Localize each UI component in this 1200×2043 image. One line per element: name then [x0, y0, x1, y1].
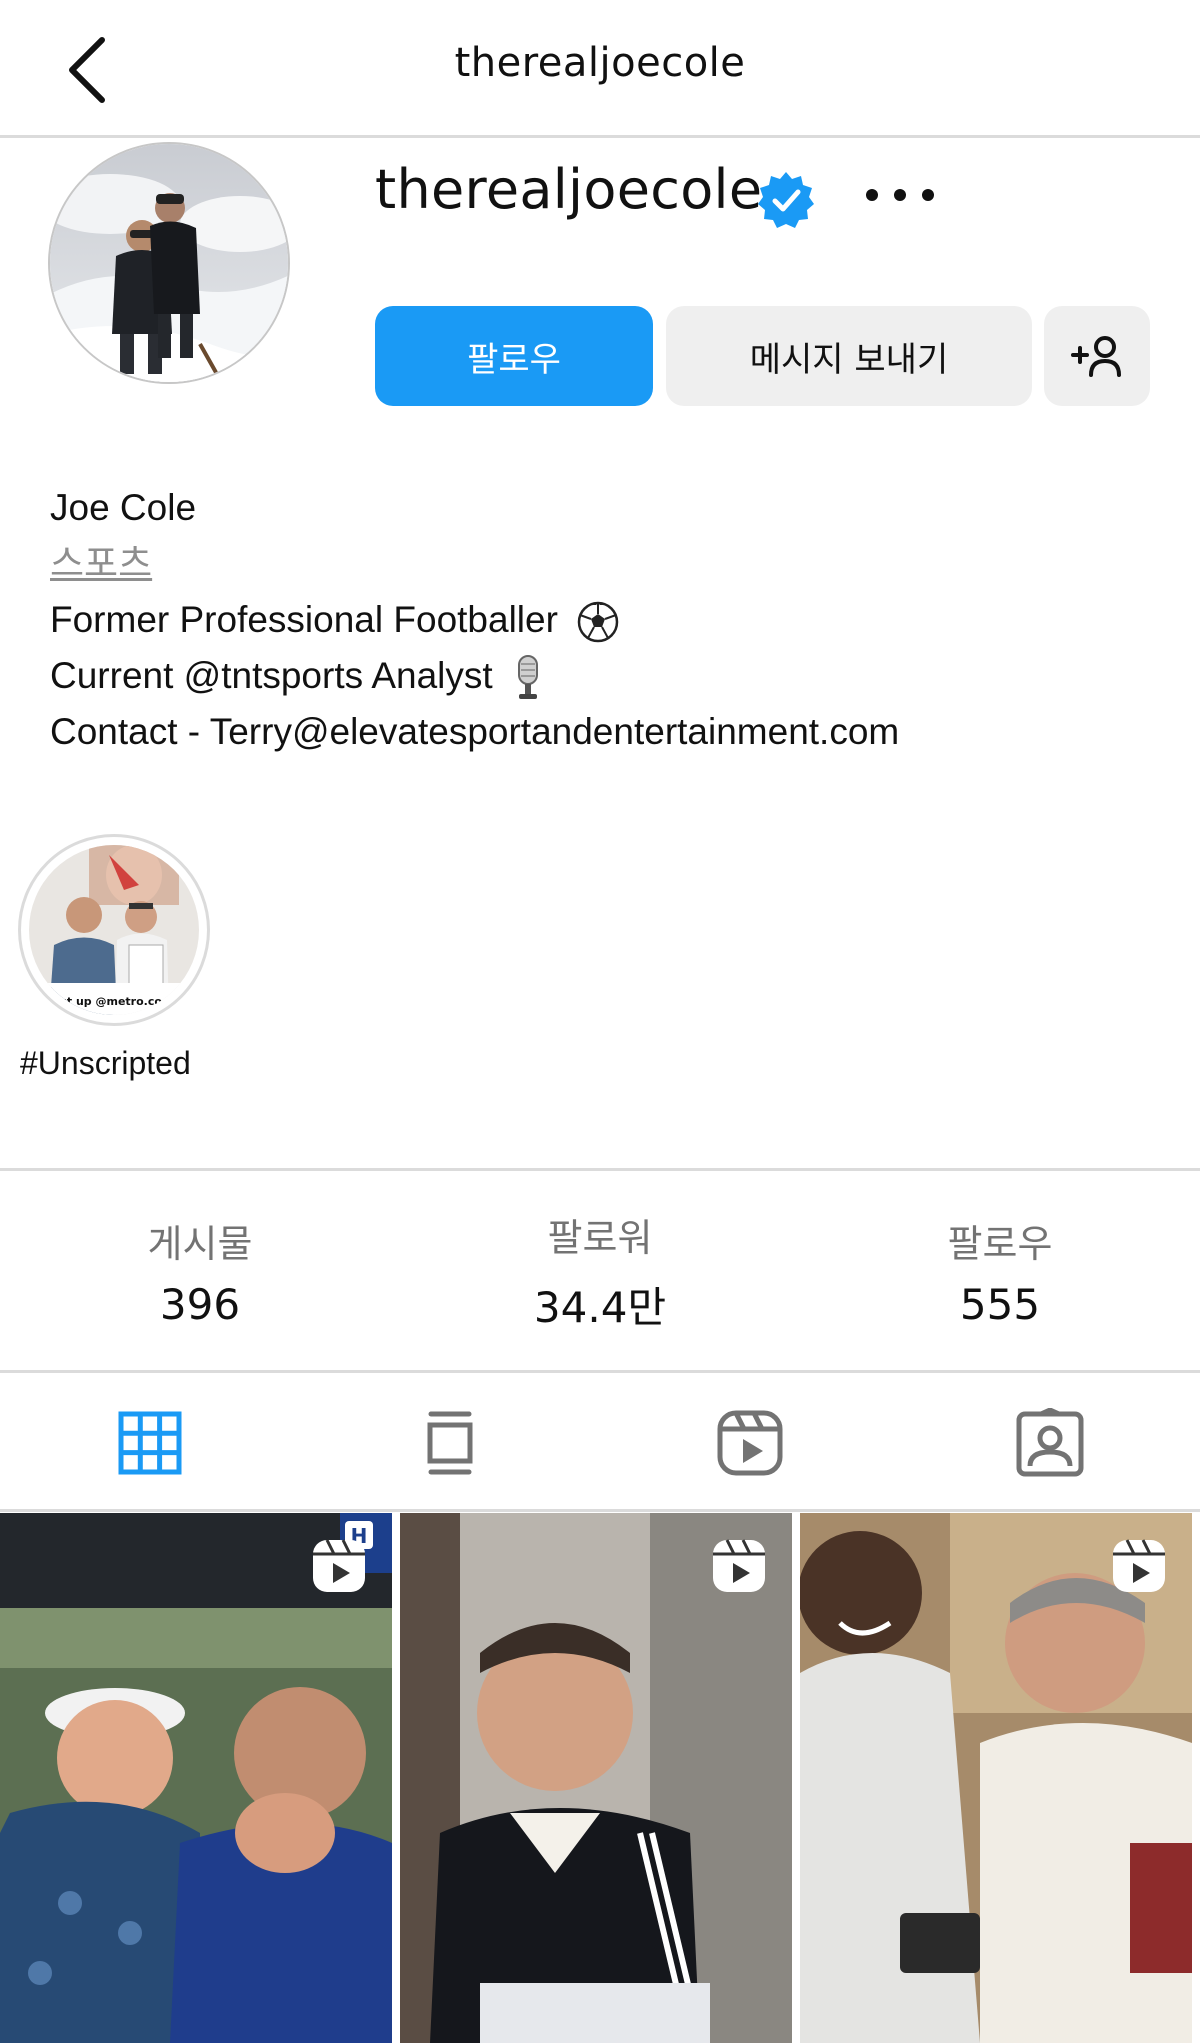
more-horizontal-icon: [866, 189, 934, 201]
reels-icon: [313, 1539, 365, 1592]
feed-icon: [427, 1411, 473, 1474]
grid-tab[interactable]: [0, 1376, 300, 1509]
followers-label: 팔로워: [547, 1215, 653, 1260]
bio-line-1: Former Professional Footballer: [50, 592, 899, 648]
post-thumbnail[interactable]: [800, 1513, 1192, 2043]
following-count: 555: [959, 1279, 1041, 1329]
bio-section: Joe Cole 스포츠 Former Professional Footbal…: [50, 480, 899, 760]
message-button[interactable]: 메시지 보내기: [666, 306, 1032, 406]
avatar-photo: [50, 144, 288, 382]
post-thumbnail[interactable]: H: [0, 1513, 392, 2043]
highlight-cover: first up @metro.co.uk: [29, 845, 199, 1015]
followers-count: 34.4만: [533, 1282, 667, 1332]
reels-icon: [717, 1410, 783, 1475]
profile-category[interactable]: 스포츠: [50, 536, 899, 592]
story-highlight[interactable]: first up @metro.co.uk: [18, 834, 210, 1026]
top-bar: therealjoecole: [0, 0, 1200, 138]
bio-line-2: Current @tntsports Analyst: [50, 648, 899, 704]
more-options-button[interactable]: [860, 160, 940, 230]
highlight-caption: first up @metro.co.uk: [47, 995, 182, 1008]
profile-username: therealjoecole: [375, 158, 763, 221]
microphone-icon: [517, 655, 538, 700]
add-user-button[interactable]: [1044, 306, 1150, 406]
bio-line-3[interactable]: Contact - Terry@elevatesportandentertain…: [50, 704, 899, 760]
posts-count: 396: [159, 1279, 241, 1329]
profile-tabs: [0, 1376, 1200, 1512]
avatar[interactable]: [48, 142, 290, 384]
reels-tab[interactable]: [600, 1376, 900, 1509]
profile-stats: 게시물 396 팔로워 34.4만 팔로우 555: [0, 1168, 1200, 1373]
bio-line-2-text: Current @tntsports Analyst: [50, 655, 493, 696]
tagged-tab[interactable]: [900, 1376, 1200, 1509]
following-label: 팔로우: [947, 1221, 1053, 1266]
bio-line-1-text: Former Professional Footballer: [50, 599, 558, 640]
person-add-icon: [1071, 336, 1121, 377]
tagged-icon: [1016, 1407, 1084, 1476]
following-stat[interactable]: 팔로우 555: [800, 1171, 1200, 1370]
reels-icon: [713, 1539, 765, 1592]
profile-full-name: Joe Cole: [50, 487, 197, 528]
highlight-label: #Unscripted: [20, 1045, 191, 1081]
verified-badge-icon: [756, 170, 816, 230]
posts-label: 게시물: [147, 1221, 253, 1266]
posts-grid: H: [0, 1513, 1200, 2043]
post-thumbnail[interactable]: [400, 1513, 792, 2043]
followers-stat[interactable]: 팔로워 34.4만: [400, 1171, 800, 1370]
follow-button[interactable]: 팔로우: [375, 306, 653, 406]
grid-icon: [118, 1411, 182, 1474]
soccer-ball-icon: [577, 601, 619, 643]
highlight-photo: first up @metro.co.uk: [29, 845, 199, 1015]
feed-tab[interactable]: [300, 1376, 600, 1509]
reels-icon: [1113, 1539, 1165, 1592]
posts-stat[interactable]: 게시물 396: [0, 1171, 400, 1370]
page-title: therealjoecole: [454, 40, 746, 86]
